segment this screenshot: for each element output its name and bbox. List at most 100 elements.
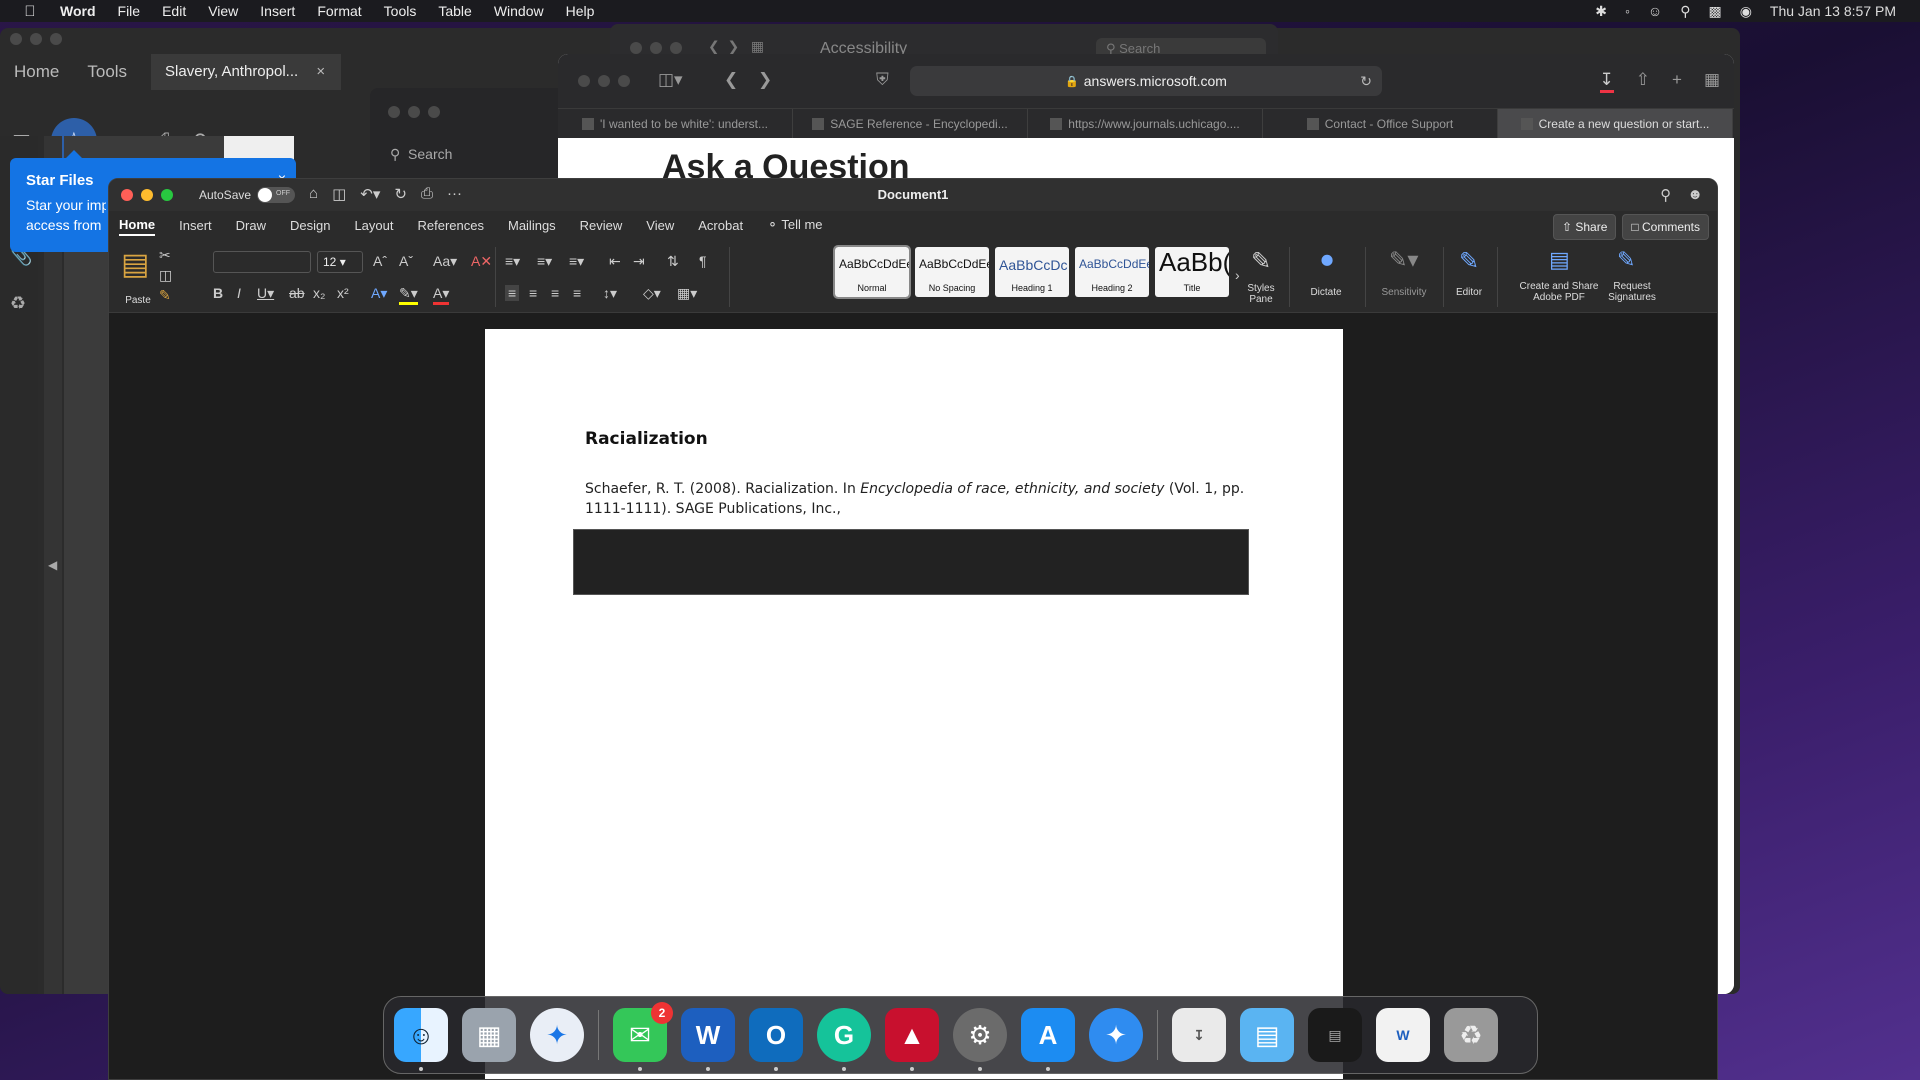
change-case-icon[interactable]: Aa▾ xyxy=(433,253,457,270)
show-paragraph-marks-icon[interactable]: ¶ xyxy=(699,253,707,269)
trash-icon[interactable]: ♻ xyxy=(1444,1008,1498,1062)
reload-icon[interactable]: ↻ xyxy=(1360,73,1372,90)
dictate-label[interactable]: Dictate xyxy=(1301,287,1351,298)
redo-icon[interactable]: ↻ xyxy=(394,185,407,203)
editor-icon[interactable]: ✎ xyxy=(1459,247,1479,276)
font-size-box[interactable]: 12 ▾ xyxy=(317,251,363,273)
subscript-icon[interactable]: x₂ xyxy=(313,285,325,301)
sidebar-toggle-icon[interactable]: ◫▾ xyxy=(658,70,683,90)
menu-window[interactable]: Window xyxy=(494,3,544,19)
decrease-indent-icon[interactable]: ⇤ xyxy=(609,253,621,270)
tab-references[interactable]: References xyxy=(418,218,484,235)
print-icon[interactable]: ⎙ xyxy=(421,185,433,203)
font-color-icon[interactable]: A▾ xyxy=(433,285,450,305)
launchpad-icon[interactable]: ▦ xyxy=(462,1008,516,1062)
safari-minimize-light[interactable] xyxy=(598,75,610,87)
styles-more-chevron-icon[interactable]: › xyxy=(1235,267,1240,283)
tab-review[interactable]: Review xyxy=(580,218,623,235)
align-left-icon[interactable]: ≡ xyxy=(505,285,520,301)
style-title[interactable]: AaBb(Title xyxy=(1155,247,1229,297)
format-painter-icon[interactable]: ✎ xyxy=(159,287,171,304)
messages-icon[interactable]: ✉ 2 xyxy=(613,1002,673,1071)
font-name-box[interactable] xyxy=(213,251,311,273)
menu-edit[interactable]: Edit xyxy=(162,3,186,19)
align-right-icon[interactable]: ≡ xyxy=(551,285,559,301)
tab-view[interactable]: View xyxy=(646,218,674,235)
outlook-icon[interactable]: O xyxy=(749,1008,803,1071)
numbering-icon[interactable]: ≡▾ xyxy=(537,253,552,270)
dictate-microphone-icon[interactable]: ⚫ xyxy=(1317,247,1337,276)
safari-tech-preview-icon[interactable]: ✦ xyxy=(1089,1008,1143,1062)
cut-icon[interactable]: ✂ xyxy=(159,247,171,264)
document-citation[interactable]: Schaefer, R. T. (2008). Racialization. I… xyxy=(585,479,1245,519)
app-store-icon[interactable]: A xyxy=(1021,1008,1075,1071)
safari-tab-1[interactable]: 'I wanted to be white': underst... xyxy=(558,109,793,139)
acrobat-icon[interactable]: ▲ xyxy=(885,1008,939,1071)
menu-table[interactable]: Table xyxy=(438,3,471,19)
menu-bar-clock[interactable]: Thu Jan 13 8:57 PM xyxy=(1770,3,1896,19)
acrobat-tab-tools[interactable]: Tools xyxy=(73,62,141,82)
back-icon[interactable]: ❮ xyxy=(724,70,738,90)
system-preferences-icon[interactable]: ⚙ xyxy=(953,1008,1007,1071)
style-heading-1[interactable]: AaBbCcDc Heading 1 xyxy=(995,247,1069,297)
shrink-font-icon[interactable]: Aˇ xyxy=(399,253,413,269)
downloads-icon[interactable]: ↧ xyxy=(1599,70,1614,93)
line-spacing-icon[interactable]: ↕▾ xyxy=(603,285,617,302)
superscript-icon[interactable]: x² xyxy=(337,285,349,301)
access-nav-icons[interactable]: ❮ ❯ ▦ xyxy=(708,38,764,55)
acrobat-tab-document[interactable]: Slavery, Anthropol... × xyxy=(151,54,342,90)
text-effects-icon[interactable]: A▾ xyxy=(371,285,387,302)
acrobat-doc-tab-close-icon[interactable]: × xyxy=(316,63,325,80)
safari-close-light[interactable] xyxy=(578,75,590,87)
tell-me-search[interactable]: ⚬ Tell me xyxy=(767,217,822,235)
menu-file[interactable]: File xyxy=(118,3,141,19)
tab-draw[interactable]: Draw xyxy=(236,218,266,235)
forward-icon[interactable]: ❯ xyxy=(758,70,772,90)
style-heading-2[interactable]: AaBbCcDdEe Heading 2 xyxy=(1075,247,1149,297)
tab-layout[interactable]: Layout xyxy=(354,218,393,235)
terminal-window-icon[interactable]: ▤ xyxy=(1308,1008,1362,1062)
document-page[interactable]: Racialization Schaefer, R. T. (2008). Ra… xyxy=(485,329,1343,1079)
access-close-light[interactable] xyxy=(630,42,642,54)
acrobat-close-light[interactable] xyxy=(10,33,22,45)
styles-pane-icon[interactable]: ✎ xyxy=(1251,247,1271,276)
menu-app-name[interactable]: Word xyxy=(60,3,96,19)
share-people-icon[interactable]: ☻ xyxy=(1687,186,1703,204)
style-normal[interactable]: AaBbCcDdEe Normal xyxy=(833,245,911,299)
user-account-icon[interactable]: ☺ xyxy=(1648,3,1662,19)
copy-icon[interactable]: ◫ xyxy=(159,267,172,284)
word-zoom-button[interactable] xyxy=(161,189,173,201)
access-minimize-light[interactable] xyxy=(650,42,662,54)
comments-button[interactable]: □ Comments xyxy=(1622,214,1709,240)
safari-address-bar[interactable]: 🔒 answers.microsoft.com ↻ xyxy=(910,66,1382,96)
create-adobe-pdf-label[interactable]: Create and Share Adobe PDF xyxy=(1507,281,1611,303)
share-button[interactable]: ⇧ Share xyxy=(1552,214,1617,240)
finder-icon[interactable]: ☺ xyxy=(394,1008,448,1071)
grammarly-icon[interactable]: G xyxy=(817,1008,871,1071)
acrobat-zoom-light[interactable] xyxy=(50,33,62,45)
tab-overview-icon[interactable]: ▦ xyxy=(1704,70,1720,93)
tab-mailings[interactable]: Mailings xyxy=(508,218,556,235)
request-signatures-icon[interactable]: ✎ xyxy=(1617,247,1635,273)
menu-view[interactable]: View xyxy=(208,3,238,19)
borders-icon[interactable]: ▦▾ xyxy=(677,285,697,302)
word-doc-window-icon[interactable]: W xyxy=(1376,1008,1430,1062)
editor-label[interactable]: Editor xyxy=(1449,287,1489,298)
siri-icon[interactable]: ◉ xyxy=(1740,3,1752,20)
tab-home[interactable]: Home xyxy=(119,217,156,236)
word-minimize-button[interactable] xyxy=(141,189,153,201)
tab-design[interactable]: Design xyxy=(290,218,330,235)
shading-icon[interactable]: ◇▾ xyxy=(643,285,661,302)
left-collapse-icon[interactable]: ◀ xyxy=(48,558,57,572)
safari-icon[interactable]: ✦ xyxy=(530,1008,584,1062)
acrobat-tab-home[interactable]: Home xyxy=(0,62,73,82)
more-commands-icon[interactable]: ··· xyxy=(447,185,462,203)
strikethrough-icon[interactable]: ab xyxy=(289,285,305,301)
document-heading[interactable]: Racialization xyxy=(585,429,708,449)
word-icon[interactable]: W xyxy=(681,1008,735,1071)
finder-close-light[interactable] xyxy=(388,106,400,118)
clear-formatting-icon[interactable]: A✕ xyxy=(471,253,492,270)
new-tab-icon[interactable]: + xyxy=(1672,70,1682,93)
styles-pane-label[interactable]: Styles Pane xyxy=(1241,283,1281,305)
safari-tab-4[interactable]: Contact - Office Support xyxy=(1263,109,1498,139)
